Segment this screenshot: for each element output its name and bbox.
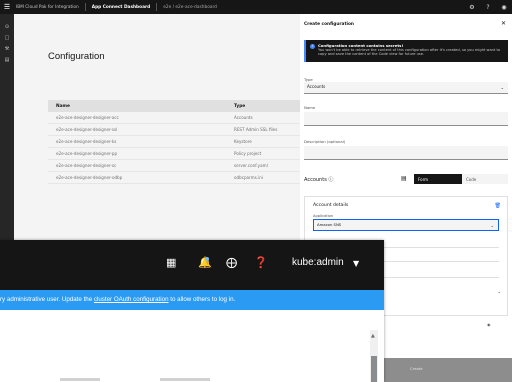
create-button[interactable]: Create [410, 366, 423, 371]
panel-header: Create configuration ✕ [300, 14, 512, 34]
brand-name: IBM Cloud Pak for Integration [16, 4, 79, 10]
description-input[interactable] [304, 146, 508, 160]
content-row [60, 378, 100, 381]
type-select[interactable]: Accounts ⌄ [304, 82, 508, 94]
oauth-config-link[interactable]: cluster OAuth configuration [94, 296, 169, 303]
cell-type: REST Admin SSL files [234, 127, 278, 132]
app-name[interactable]: App Connect Dashboard [92, 5, 150, 10]
cell-type: server.conf.yaml [234, 163, 268, 168]
column-header-name[interactable]: Name [48, 104, 232, 109]
table-row[interactable]: e2e-ace-designer-designer-pp Policy proje… [48, 148, 300, 160]
table-row[interactable]: e2e-ace-designer-designer-acc Accounts [48, 112, 300, 124]
cell-name: e2e-ace-designer-designer-sc [56, 163, 117, 168]
application-select[interactable]: Amazon SNS ⌄ [313, 219, 499, 231]
console-content [0, 310, 384, 382]
openshift-console-window: ▦ 🔔 ⨁ ❓ kube:admin ▼ ry administrative u… [0, 240, 384, 382]
notification-dot [205, 257, 209, 261]
menu-icon[interactable]: ☰ [0, 0, 14, 14]
chevron-down-icon: ⌄ [500, 85, 504, 90]
account-details-title: Account details [313, 203, 349, 208]
table-row[interactable]: e2e-ace-designer-designer-ks Keystore [48, 136, 300, 148]
name-label: Name [304, 105, 316, 110]
accounts-label: Accounts ⓘ [304, 177, 334, 183]
user-icon[interactable]: ◉ [496, 0, 512, 14]
app-launcher-icon[interactable]: ▦ [166, 256, 176, 270]
name-input[interactable] [304, 112, 508, 126]
add-icon[interactable]: ⨁ [226, 256, 237, 270]
scroll-thumb[interactable] [371, 356, 377, 382]
cell-name: e2e-ace-designer-designer-pp [56, 151, 118, 156]
header-icons: ⚙ ? ◉ [464, 0, 512, 14]
document-icon[interactable]: ▤ [401, 175, 407, 182]
cell-name: e2e-ace-designer-designer-odbp [56, 175, 123, 180]
description-label: Description (optional) [304, 139, 346, 144]
secrets-notification: i Configuration content contains secrets… [304, 40, 508, 62]
screen: ☰ IBM Cloud Pak for Integration App Conn… [0, 0, 512, 382]
document-icon[interactable]: ▤ [0, 55, 14, 66]
notification-description: You won't be able to retrieve the conten… [318, 48, 501, 57]
cell-type: Policy project [234, 151, 262, 156]
banner-text-suffix: to allow others to log in. [168, 296, 236, 303]
wrench-icon[interactable]: ⚒ [0, 44, 14, 55]
chevron-down-icon[interactable]: ⌄ [498, 289, 501, 294]
table-row[interactable]: e2e-ace-designer-designer-odbp odbcparms.… [48, 172, 300, 184]
view-password-icon[interactable]: ◉ [487, 322, 491, 327]
table-row[interactable]: e2e-ace-designer-designer-ssl REST Admin … [48, 124, 300, 136]
top-header: ☰ IBM Cloud Pak for Integration App Conn… [0, 0, 512, 14]
cell-name: e2e-ace-designer-designer-ssl [56, 127, 118, 132]
cell-name: e2e-ace-designer-designer-acc [56, 115, 119, 120]
type-select-value: Accounts [307, 84, 326, 89]
context-label: e2e / e2e-ace-dashboard [163, 4, 217, 10]
help-icon[interactable]: ? [480, 0, 496, 14]
trash-icon[interactable]: 🗑 [495, 203, 501, 209]
header-divider [156, 3, 158, 11]
page-title: Configuration [48, 51, 105, 62]
info-icon: i [310, 44, 315, 49]
table-header: Name Type [48, 100, 300, 112]
caret-down-icon[interactable]: ▼ [353, 259, 359, 268]
cell-type: Accounts [234, 115, 253, 120]
tab-code[interactable]: Code [462, 174, 508, 184]
settings-icon[interactable]: ⚙ [464, 0, 480, 14]
chevron-down-icon: ⌄ [490, 223, 494, 228]
cell-name: e2e-ace-designer-designer-ks [56, 139, 117, 144]
scroll-up-icon[interactable]: ▲ [371, 333, 375, 339]
panel-title: Create configuration [304, 21, 354, 27]
dashboard-icon[interactable]: ⊙ [0, 22, 14, 33]
configuration-table: Name Type e2e-ace-designer-designer-acc A… [48, 100, 300, 184]
content-row [160, 378, 210, 381]
column-header-type[interactable]: Type [232, 104, 300, 109]
tab-form[interactable]: Form [414, 174, 462, 184]
help-icon[interactable]: ❓ [254, 256, 268, 270]
table-row[interactable]: e2e-ace-designer-designer-sc server.conf.… [48, 160, 300, 172]
close-icon[interactable]: ✕ [501, 20, 506, 27]
application-select-value: Amazon SNS [317, 222, 342, 227]
info-banner: ry administrative user. Update the clust… [0, 290, 384, 310]
cell-type: odbcparms.ini [234, 175, 263, 180]
cell-type: Keystore [234, 139, 252, 144]
header-divider [84, 3, 86, 11]
scrollbar[interactable]: ▲ [370, 330, 378, 382]
panel-footer: Create [380, 358, 512, 382]
servers-icon[interactable]: □ [0, 33, 14, 44]
user-menu[interactable]: kube:admin [292, 257, 344, 268]
notification-bell-icon[interactable]: 🔔 [198, 256, 212, 270]
application-label: Application [313, 214, 334, 218]
masthead: ▦ 🔔 ⨁ ❓ kube:admin ▼ [0, 240, 384, 290]
banner-text-prefix: ry administrative user. Update the [0, 296, 94, 303]
